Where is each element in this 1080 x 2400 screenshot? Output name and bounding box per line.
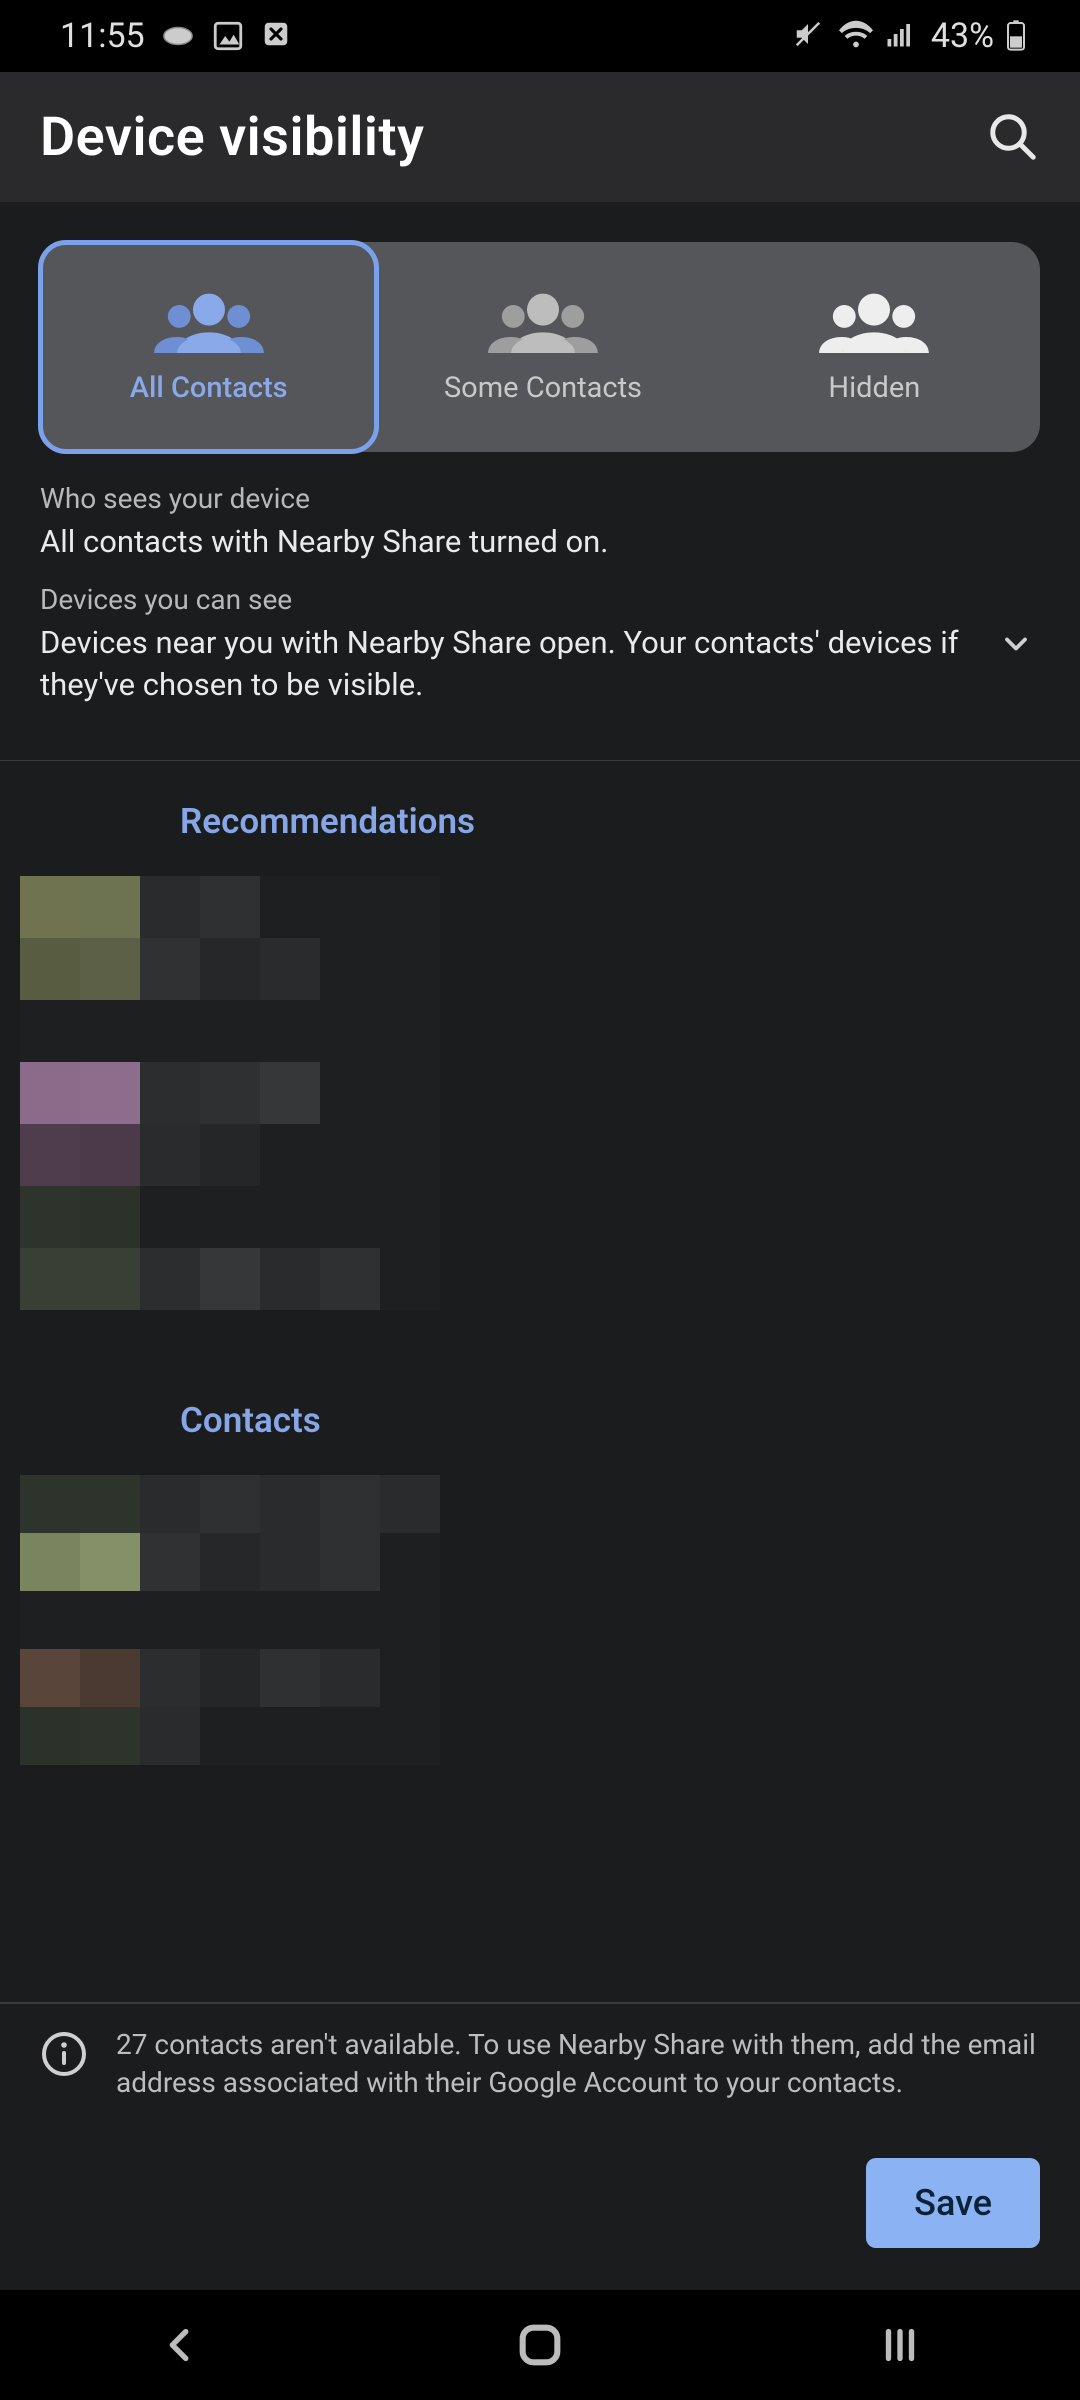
segment-all-contacts[interactable]: All Contacts (38, 240, 379, 454)
visibility-selector: All Contacts Some Contacts (40, 242, 1040, 452)
battery-icon (1006, 19, 1040, 53)
recents-icon (877, 2322, 923, 2368)
devices-see-title: Devices you can see (40, 583, 972, 616)
notification-image-icon (211, 19, 245, 53)
section-contacts-title: Contacts (0, 1310, 1080, 1475)
notification-lens-icon (161, 19, 195, 53)
mute-icon (793, 19, 827, 53)
info-icon (40, 2030, 88, 2078)
footer: 27 contacts aren't available. To use Nea… (0, 2004, 1080, 2290)
who-sees-body: All contacts with Nearby Share turned on… (40, 521, 1040, 563)
nav-back-button[interactable] (148, 2313, 212, 2377)
nav-recents-button[interactable] (868, 2313, 932, 2377)
wifi-icon (839, 19, 873, 53)
nav-home-button[interactable] (508, 2313, 572, 2377)
segment-label: Hidden (828, 371, 920, 405)
group-icon (488, 289, 598, 353)
status-bar: 11:55 43% (0, 0, 1080, 72)
segment-label: Some Contacts (444, 371, 642, 405)
chevron-down-icon (998, 626, 1034, 662)
contacts-list-redacted (20, 1475, 1080, 1765)
devices-you-can-see-row[interactable]: Devices you can see Devices near you wit… (0, 563, 1080, 736)
chevron-left-icon (157, 2322, 203, 2368)
home-square-icon (514, 2319, 566, 2371)
signal-icon (885, 19, 919, 53)
status-time: 11:55 (60, 16, 145, 56)
segment-label: All Contacts (130, 371, 288, 405)
who-sees-section: Who sees your device All contacts with N… (0, 452, 1080, 563)
app-bar: Device visibility (0, 72, 1080, 202)
save-button[interactable]: Save (866, 2158, 1040, 2248)
segment-some-contacts[interactable]: Some Contacts (377, 242, 708, 452)
recommendations-list-redacted (20, 876, 1080, 1310)
search-icon (986, 110, 1040, 164)
group-icon (819, 289, 929, 353)
search-button[interactable] (986, 110, 1040, 164)
section-recommendations-title: Recommendations (0, 761, 1080, 876)
notification-close-icon (261, 19, 295, 53)
battery-percent: 43% (931, 16, 994, 56)
system-nav-bar (0, 2290, 1080, 2400)
expand-button[interactable] (992, 620, 1040, 668)
segment-hidden[interactable]: Hidden (709, 242, 1040, 452)
footer-info-text: 27 contacts aren't available. To use Nea… (116, 2026, 1040, 2102)
devices-see-body: Devices near you with Nearby Share open.… (40, 622, 972, 706)
group-icon (154, 289, 264, 353)
who-sees-title: Who sees your device (40, 482, 1040, 515)
page-title: Device visibility (40, 106, 424, 169)
